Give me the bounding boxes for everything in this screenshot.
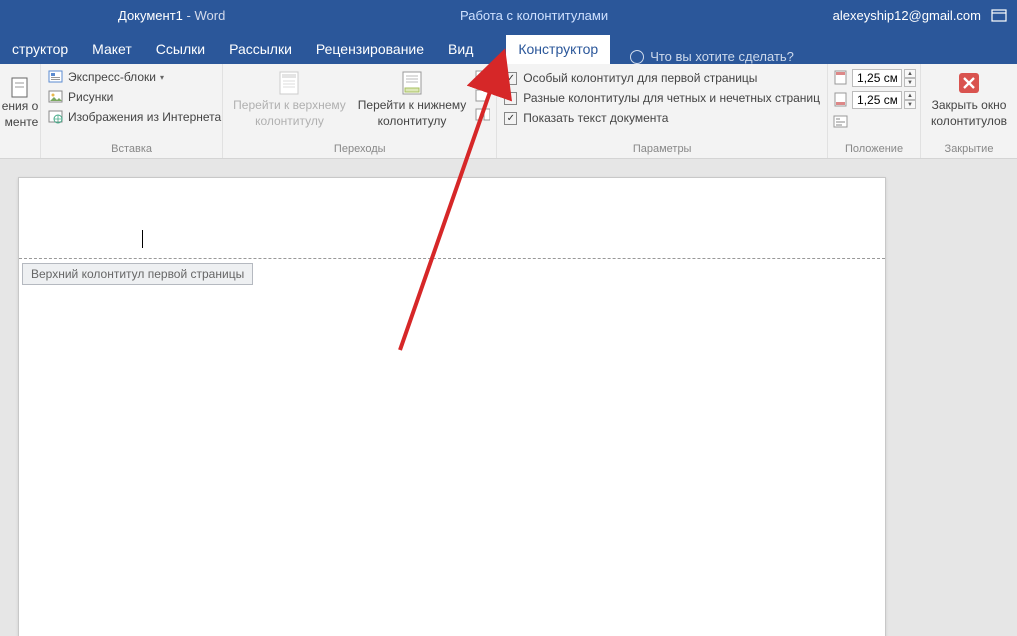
ribbon: ения о менте x Экспресс-блоки ▾ Рисунки …	[0, 64, 1017, 159]
quick-parts-button[interactable]: Экспресс-блоки ▾	[45, 68, 224, 86]
tab-links[interactable]: Ссылки	[144, 35, 217, 64]
context-tab-title: Работа с колонтитулами	[460, 8, 608, 23]
quick-parts-icon	[48, 69, 64, 85]
fullscreen-icon[interactable]	[991, 8, 1007, 24]
tab-constructor-left[interactable]: структор	[0, 35, 80, 64]
group-options: ✓ Особый колонтитул для первой страницы …	[497, 64, 828, 158]
pictures-label: Рисунки	[68, 90, 113, 104]
nav-extra-icon-2[interactable]	[474, 88, 490, 104]
tab-design[interactable]: Конструктор	[506, 35, 610, 64]
show-doc-label: Показать текст документа	[523, 111, 668, 125]
tell-me[interactable]: Что вы хотите сделать?	[630, 49, 794, 64]
tab-layout[interactable]: Макет	[80, 35, 144, 64]
goto-header-label: Перейти к верхнему колонтитулу	[233, 98, 346, 129]
goto-footer-icon	[394, 68, 430, 98]
close-header-footer-button[interactable]: Закрыть окно колонтитулов	[925, 66, 1013, 131]
show-doc-checkbox[interactable]: ✓ Показать текст документа	[501, 109, 823, 127]
page[interactable]: Верхний колонтитул первой страницы	[18, 177, 886, 636]
first-page-label: Особый колонтитул для первой страницы	[523, 71, 757, 85]
quick-parts-label: Экспресс-блоки	[68, 70, 156, 84]
spin-down-icon[interactable]: ▼	[904, 100, 916, 109]
bulb-icon	[630, 50, 644, 64]
online-pictures-label: Изображения из Интернета	[68, 110, 221, 124]
tab-view[interactable]: Вид	[436, 35, 485, 64]
header-boundary-line	[19, 258, 885, 259]
footer-position-spinner[interactable]: ▲▼	[832, 90, 916, 110]
online-pictures-icon	[48, 109, 64, 125]
nav-extra-icon-1[interactable]	[474, 69, 490, 85]
tab-review[interactable]: Рецензирование	[304, 35, 436, 64]
spin-up-icon[interactable]: ▲	[904, 69, 916, 78]
odd-even-label: Разные колонтитулы для четных и нечетных…	[523, 91, 820, 105]
odd-even-checkbox[interactable]: Разные колонтитулы для четных и нечетных…	[501, 89, 823, 107]
group-position: ▲▼ ▲▼ Положение	[828, 64, 921, 158]
tell-me-text: Что вы хотите сделать?	[650, 49, 794, 64]
checkbox-icon: ✓	[504, 112, 517, 125]
document-info-icon	[10, 77, 30, 99]
group-navigation: Перейти к верхнему колонтитулу Перейти к…	[223, 64, 497, 158]
footer-position-input[interactable]	[852, 91, 902, 109]
group-navigation-label: Переходы	[227, 141, 492, 158]
group-close: Закрыть окно колонтитулов Закрытие	[921, 64, 1017, 158]
nav-extra-icon-3[interactable]	[474, 107, 490, 123]
spin-up-icon[interactable]: ▲	[904, 91, 916, 100]
info-label-cut[interactable]: ения о менте	[2, 99, 39, 130]
checkbox-icon	[504, 92, 517, 105]
goto-footer-label: Перейти к нижнему колонтитулу	[358, 98, 467, 129]
document-name: Документ1	[118, 8, 183, 23]
goto-footer-button[interactable]: Перейти к нижнему колонтитулу	[352, 66, 473, 131]
group-insert-label: Вставка	[45, 141, 218, 158]
user-email[interactable]: alexeyship12@gmail.com	[833, 8, 981, 23]
tab-strip: структор Макет Ссылки Рассылки Рецензиро…	[0, 33, 1017, 64]
app-name-sep: -	[183, 8, 195, 23]
close-icon	[951, 68, 987, 98]
spin-down-icon[interactable]: ▼	[904, 78, 916, 87]
window-title: Документ1 - Word	[118, 8, 225, 23]
dropdown-icon: ▾	[160, 73, 164, 82]
header-margin-icon	[832, 69, 850, 87]
document-area[interactable]: Верхний колонтитул первой страницы	[0, 159, 1017, 636]
header-position-input[interactable]	[852, 69, 902, 87]
checkbox-icon: ✓	[504, 72, 517, 85]
pictures-button[interactable]: Рисунки	[45, 88, 224, 106]
footer-margin-icon	[832, 91, 850, 109]
header-position-spinner[interactable]: ▲▼	[832, 68, 916, 88]
online-pictures-button[interactable]: Изображения из Интернета	[45, 108, 224, 126]
pictures-icon	[48, 89, 64, 105]
group-info-partial: ения о менте x	[0, 64, 41, 158]
app-name: Word	[194, 8, 225, 23]
text-cursor	[142, 230, 143, 248]
group-position-label: Положение	[832, 141, 916, 158]
tab-mailings[interactable]: Рассылки	[217, 35, 304, 64]
align-tab-icon[interactable]	[832, 114, 848, 130]
group-insert: Экспресс-блоки ▾ Рисунки Изображения из …	[41, 64, 223, 158]
header-section-tag: Верхний колонтитул первой страницы	[22, 263, 253, 285]
group-options-label: Параметры	[501, 141, 823, 158]
group-close-label: Закрытие	[925, 141, 1013, 158]
first-page-checkbox[interactable]: ✓ Особый колонтитул для первой страницы	[501, 69, 823, 87]
goto-header-icon	[271, 68, 307, 98]
title-bar: Документ1 - Word Работа с колонтитулами …	[0, 0, 1017, 33]
close-label: Закрыть окно колонтитулов	[931, 98, 1007, 129]
goto-header-button: Перейти к верхнему колонтитулу	[227, 66, 352, 131]
